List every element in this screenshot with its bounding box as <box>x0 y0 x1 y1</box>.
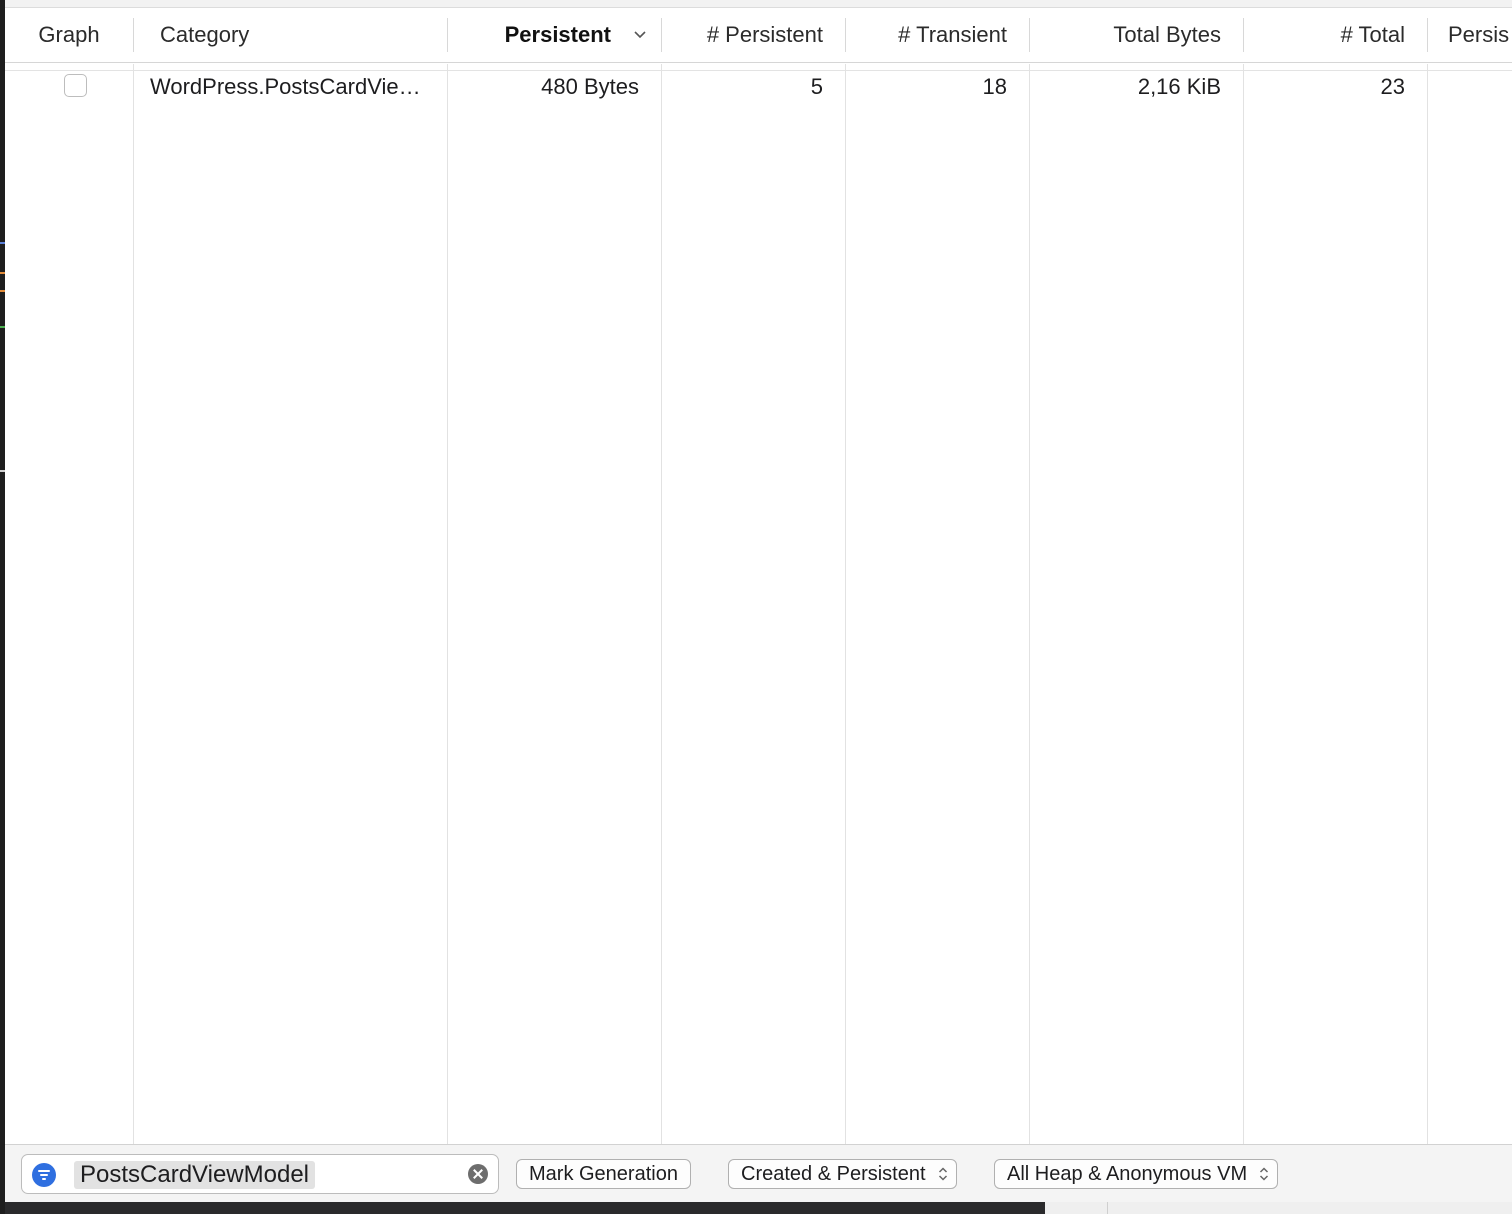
adjacent-panel-edge <box>1045 1202 1512 1214</box>
column-header-num-total[interactable]: # Total <box>1243 8 1427 62</box>
cell-num-persistent: 5 <box>810 74 823 99</box>
column-header-num-transient[interactable]: # Transient <box>845 8 1029 62</box>
filter-bar: PostsCardViewModel Mark Generation Creat… <box>5 1144 1512 1202</box>
cell-persistent: 480 Bytes <box>541 74 639 99</box>
column-header-persistent[interactable]: Persistent <box>447 8 661 62</box>
up-down-chevron-icon <box>1260 1167 1269 1181</box>
mark-generation-button[interactable]: Mark Generation <box>516 1159 691 1189</box>
cell-total-bytes: 2,16 KiB <box>1137 74 1221 99</box>
cell-num-transient: 18 <box>982 74 1007 99</box>
table-header: Graph Category Persistent # Persistent #… <box>5 8 1512 63</box>
column-header-num-persistent[interactable]: # Persistent <box>661 8 845 62</box>
cell-category: WordPress.PostsCardVie… <box>150 74 421 99</box>
allocations-detail-panel: Graph Category Persistent # Persistent #… <box>5 0 1512 1202</box>
allocation-type-select[interactable]: All Heap & Anonymous VM <box>994 1159 1279 1189</box>
window-bottom-edge <box>5 1202 1045 1214</box>
table-row[interactable]: WordPress.PostsCardVie… 480 Bytes 5 18 2… <box>5 72 1512 102</box>
search-input[interactable]: PostsCardViewModel <box>74 1161 315 1189</box>
top-strip <box>5 0 1512 8</box>
graph-checkbox[interactable] <box>64 74 87 97</box>
allocation-lifespan-select[interactable]: Created & Persistent <box>728 1159 957 1189</box>
column-header-category[interactable]: Category <box>160 8 447 62</box>
column-header-persistent-clipped[interactable]: Persis <box>1427 8 1512 62</box>
up-down-chevron-icon <box>938 1167 947 1181</box>
chevron-down-icon <box>634 31 646 39</box>
column-header-graph[interactable]: Graph <box>5 8 133 62</box>
clear-icon[interactable] <box>468 1164 488 1184</box>
cell-num-total: 23 <box>1380 74 1405 99</box>
search-filter-field[interactable]: PostsCardViewModel <box>21 1154 499 1194</box>
column-header-total-bytes[interactable]: Total Bytes <box>1029 8 1243 62</box>
filter-icon <box>32 1163 56 1187</box>
header-divider <box>5 70 1512 71</box>
